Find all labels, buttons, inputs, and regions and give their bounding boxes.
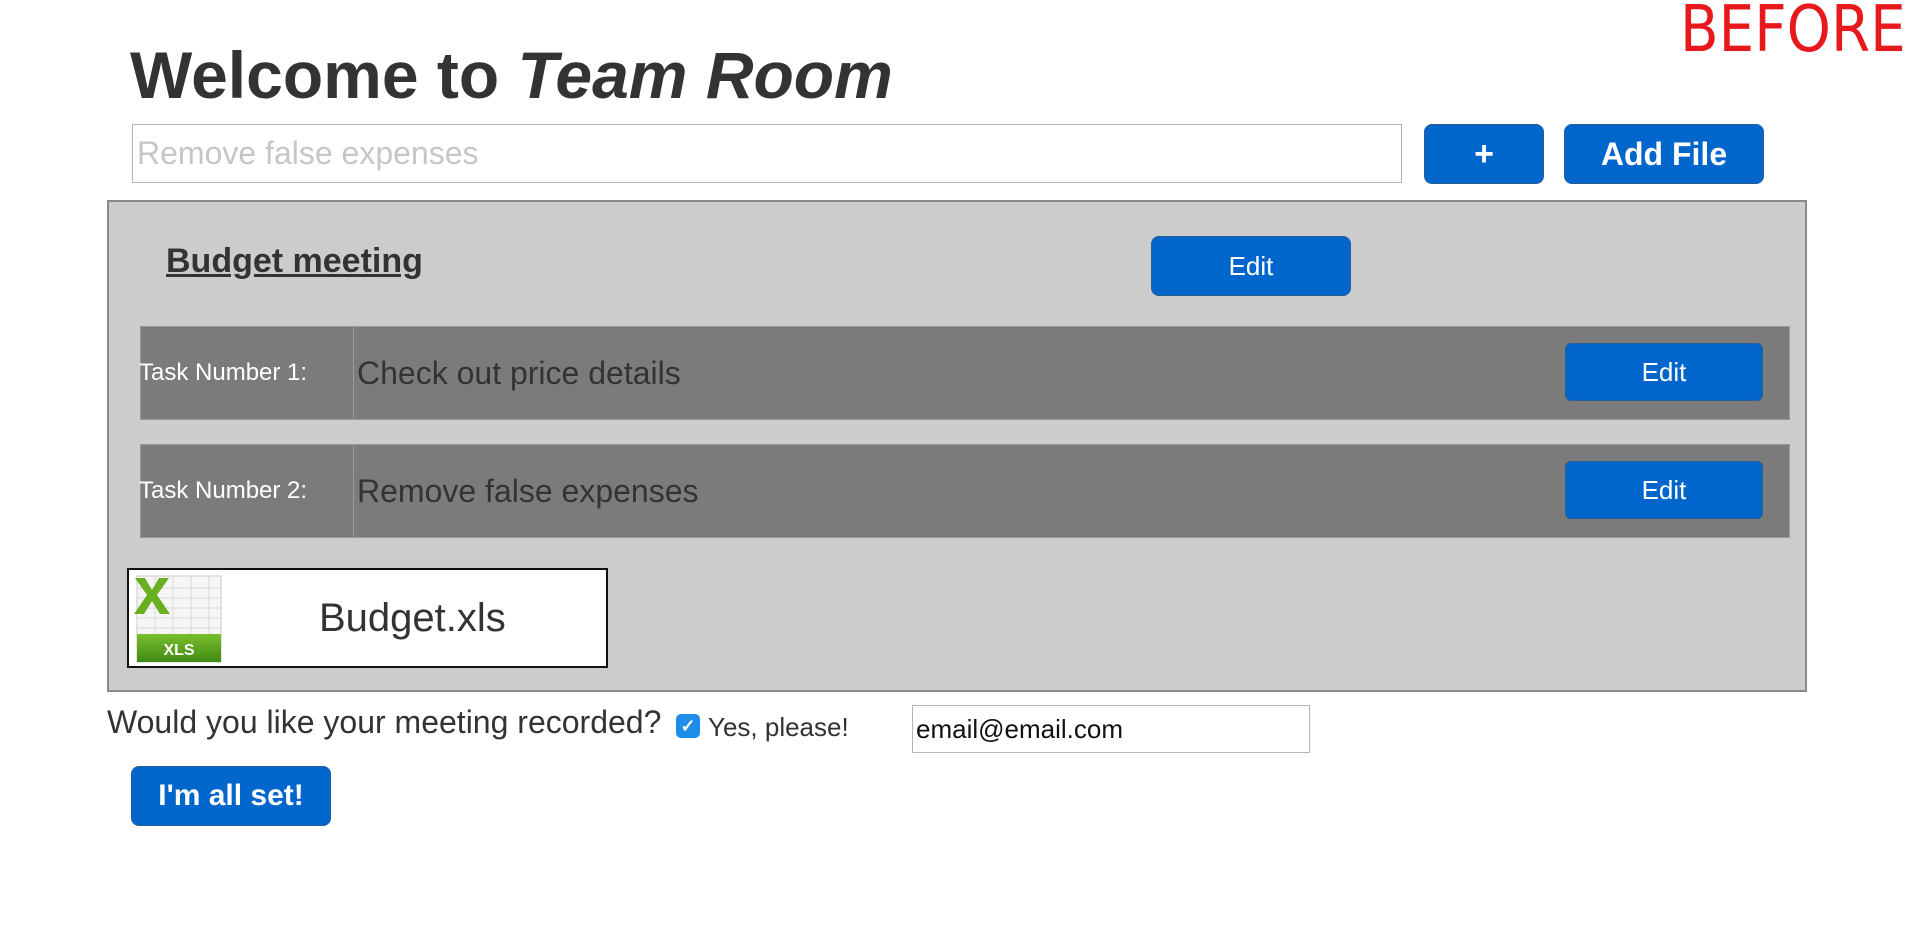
- edit-task-2-button[interactable]: Edit: [1565, 461, 1763, 519]
- task-text: Remove false expenses: [357, 472, 699, 509]
- xls-file-icon: XLS: [134, 575, 222, 663]
- file-name: Budget.xls: [319, 595, 506, 640]
- record-checkbox[interactable]: ✓: [676, 714, 700, 738]
- task-text: Check out price details: [357, 354, 681, 391]
- new-task-input[interactable]: [132, 124, 1402, 183]
- task-label: Task Number 1:: [139, 359, 308, 386]
- before-label: BEFORE: [1680, 0, 1906, 67]
- edit-task-1-button[interactable]: Edit: [1565, 343, 1763, 401]
- add-task-button[interactable]: +: [1424, 124, 1544, 184]
- attached-file[interactable]: XLS Budget.xls: [127, 568, 608, 668]
- page-title-prefix: Welcome to: [130, 38, 518, 112]
- all-set-button[interactable]: I'm all set!: [131, 766, 331, 826]
- task-row: Task Number 1: Check out price details E…: [139, 326, 1790, 420]
- record-option-label[interactable]: Yes, please!: [708, 714, 849, 740]
- email-field[interactable]: [912, 705, 1310, 753]
- meeting-title[interactable]: Budget meeting: [166, 244, 423, 278]
- add-file-button[interactable]: Add File: [1564, 124, 1764, 184]
- task-label-cell: Task Number 1:: [139, 327, 354, 419]
- task-label: Task Number 2:: [139, 477, 308, 504]
- xls-icon-label: XLS: [163, 642, 194, 659]
- task-label-cell: Task Number 2:: [139, 445, 354, 537]
- checkmark-icon: ✓: [680, 716, 696, 736]
- page-title-room-name: Team Room: [517, 38, 893, 112]
- record-question: Would you like your meeting recorded?: [107, 704, 662, 740]
- task-row: Task Number 2: Remove false expenses Edi…: [139, 444, 1790, 538]
- edit-meeting-button[interactable]: Edit: [1151, 236, 1351, 296]
- page-title: Welcome to Team Room: [130, 42, 893, 108]
